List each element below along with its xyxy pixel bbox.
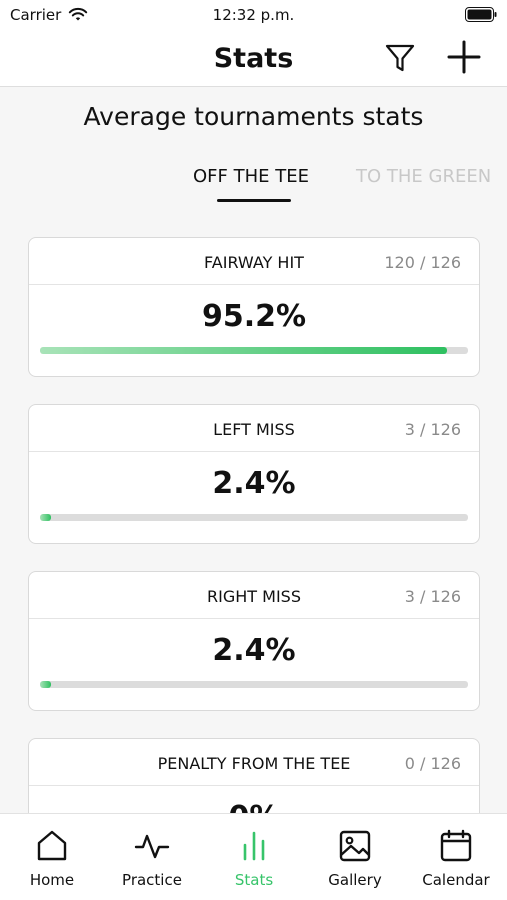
active-tab-indicator [217,199,291,202]
progress-bar [40,347,468,354]
stat-percent: 2.4% [212,633,296,668]
tab-stats-label: Stats [234,871,274,889]
stats-content[interactable]: Average tournaments stats OFF THE TEE TO… [0,88,507,813]
status-time: 12:32 p.m. [212,6,295,24]
tab-calendar-label: Calendar [422,871,490,889]
tab-home[interactable]: Home [2,814,102,900]
bar-chart-icon [243,831,265,861]
stat-card-left-miss: LEFT MISS 3 / 126 2.4% [28,404,480,544]
tab-gallery[interactable]: Gallery [305,814,405,900]
tab-calendar[interactable]: Calendar [406,814,506,900]
tab-practice[interactable]: Practice [102,814,202,900]
calendar-icon [440,829,472,862]
navigation-bar: Stats [0,32,507,87]
stat-card-fairway-hit: FAIRWAY HIT 120 / 126 95.2% [28,237,480,377]
battery-icon [465,7,497,22]
plus-icon [447,40,481,74]
stat-count: 3 / 126 [404,587,461,606]
tab-practice-label: Practice [122,871,182,889]
stat-percent: 2.4% [212,466,296,501]
progress-bar [40,514,468,521]
card-header: RIGHT MISS 3 / 126 [29,572,479,619]
tab-to-the-green[interactable]: TO THE GREEN [356,166,491,187]
filter-button[interactable] [383,41,417,75]
stat-percent: 0% [29,800,479,813]
status-bar: Carrier 12:32 p.m. [0,0,507,32]
card-header: FAIRWAY HIT 120 / 126 [29,238,479,285]
tab-stats[interactable]: Stats [204,814,304,900]
add-button[interactable] [445,38,483,76]
activity-icon [134,834,170,859]
stat-count: 120 / 126 [384,253,461,272]
stat-count: 0 / 126 [404,754,461,773]
stat-percent: 95.2% [201,299,307,334]
tab-home-label: Home [29,871,75,889]
progress-fill [40,514,51,521]
stat-card-penalty-from-the-tee: PENALTY FROM THE TEE 0 / 126 0% [28,738,480,813]
page-title: Stats [213,43,294,74]
image-icon [339,830,371,862]
progress-bar [40,681,468,688]
bottom-tab-bar: Home Practice Stats Gallery Calendar [0,813,507,900]
card-header: LEFT MISS 3 / 126 [29,405,479,452]
card-header: PENALTY FROM THE TEE 0 / 126 [29,739,479,786]
stat-count: 3 / 126 [404,420,461,439]
progress-fill [40,347,448,354]
filter-icon [385,44,415,72]
section-title: Average tournaments stats [83,102,424,131]
progress-fill [40,681,51,688]
tab-off-the-tee[interactable]: OFF THE TEE [193,166,309,187]
stat-card-right-miss: RIGHT MISS 3 / 126 2.4% [28,571,480,711]
home-icon [37,830,67,861]
tab-gallery-label: Gallery [328,871,382,889]
